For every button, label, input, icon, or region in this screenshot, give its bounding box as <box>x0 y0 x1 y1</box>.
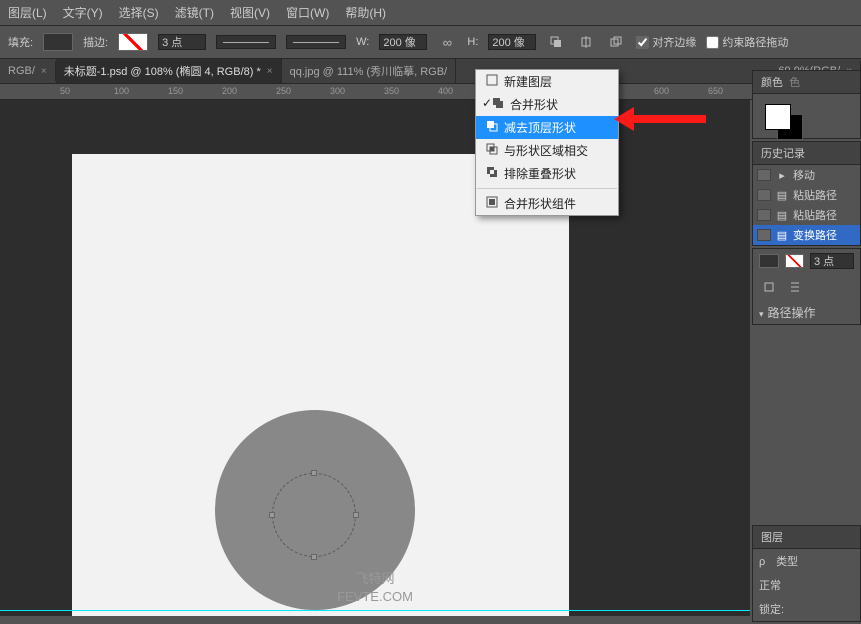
menu-select[interactable]: 选择(S) <box>119 4 159 21</box>
path-distribute-mini-icon[interactable] <box>785 277 805 297</box>
paste-icon: ▤ <box>775 209 789 221</box>
menu-filter[interactable]: 滤镜(T) <box>175 4 214 21</box>
history-item[interactable]: ▸ 移动 <box>753 165 860 185</box>
close-icon[interactable]: × <box>267 66 273 77</box>
history-panel-tab[interactable]: 历史记录 <box>753 142 860 165</box>
width-field[interactable] <box>379 34 427 50</box>
menu-item-intersect[interactable]: 与形状区域相交 <box>476 139 618 162</box>
selection-handle[interactable] <box>311 470 317 476</box>
layer-filter-kind[interactable]: 类型 <box>776 556 798 568</box>
fill-swatch[interactable] <box>43 33 73 51</box>
color-panel-tab[interactable]: 颜色 色 <box>753 71 860 94</box>
h-label: H: <box>467 36 478 48</box>
w-label: W: <box>356 36 369 48</box>
guide-horizontal[interactable] <box>0 610 750 611</box>
history-item[interactable]: ▤ 粘贴路径 <box>753 205 860 225</box>
check-icon: ✓ <box>482 96 492 110</box>
fill-mini-swatch[interactable] <box>759 254 779 268</box>
history-thumb <box>757 189 771 201</box>
path-align-icon[interactable] <box>576 32 596 52</box>
history-item[interactable]: ▤ 粘贴路径 <box>753 185 860 205</box>
ruler-horizontal: 50 100 150 200 250 300 350 400 450 500 5… <box>0 84 861 100</box>
menubar: 图层(L) 文字(Y) 选择(S) 滤镜(T) 视图(V) 窗口(W) 帮助(H… <box>0 0 861 26</box>
transform-icon: ▤ <box>775 229 789 241</box>
paste-icon: ▤ <box>775 189 789 201</box>
intersect-icon <box>486 143 498 155</box>
selection-handle[interactable] <box>353 512 359 518</box>
path-ops-icon[interactable] <box>546 32 566 52</box>
doc-tab[interactable]: 未标题-1.psd @ 108% (椭圆 4, RGB/8) *× <box>56 59 282 83</box>
stroke-pt-field[interactable] <box>810 253 854 269</box>
shape-ellipse-selection[interactable] <box>272 473 356 557</box>
annotation-arrow <box>632 115 706 123</box>
menu-layer[interactable]: 图层(L) <box>8 4 47 21</box>
height-field[interactable] <box>488 34 536 50</box>
blend-mode-dropdown[interactable]: 正常 <box>759 580 781 592</box>
menu-item-new-layer[interactable]: 新建图层 <box>476 70 618 93</box>
menu-item-merge-components[interactable]: 合并形状组件 <box>476 192 618 215</box>
watermark: 飞特网 FEVTE.COM <box>0 570 750 606</box>
menu-help[interactable]: 帮助(H) <box>345 4 386 21</box>
selection-handle[interactable] <box>269 512 275 518</box>
new-layer-icon <box>486 74 498 86</box>
history-thumb <box>757 229 771 241</box>
menu-separator <box>477 188 617 189</box>
fill-label: 填充: <box>8 34 33 50</box>
move-icon: ▸ <box>775 169 789 181</box>
stroke-mini-swatch[interactable] <box>785 254 805 268</box>
history-thumb <box>757 169 771 181</box>
constrain-path-checkbox[interactable]: 约束路径拖动 <box>706 34 788 50</box>
menu-item-combine[interactable]: ✓ 合并形状 <box>476 93 618 116</box>
path-arrange-icon[interactable] <box>606 32 626 52</box>
exclude-icon <box>486 166 498 178</box>
merge-components-icon <box>486 196 498 208</box>
options-bar: 填充: 描边: W: H: 对齐边缘 约束路径拖动 <box>0 26 861 59</box>
combine-icon <box>492 97 504 109</box>
path-align-mini-icon[interactable] <box>759 277 779 297</box>
right-panel-dock: 颜色 色 历史记录 ▸ 移动 ▤ 粘贴路径 ▤ 粘贴 <box>752 70 861 624</box>
menu-view[interactable]: 视图(V) <box>230 4 270 21</box>
history-thumb <box>757 209 771 221</box>
menu-window[interactable]: 窗口(W) <box>286 4 329 21</box>
stroke-style-dropdown[interactable] <box>216 35 276 49</box>
path-ops-section[interactable]: 路径操作 <box>753 301 860 324</box>
doc-tab[interactable]: qq.jpg @ 111% (秀川临摹, RGB/ <box>282 59 456 83</box>
canvas[interactable]: 飞特网 FEVTE.COM <box>0 100 750 616</box>
subtract-icon <box>486 120 498 132</box>
stroke-label: 描边: <box>83 34 108 50</box>
menu-item-subtract[interactable]: 减去顶层形状 <box>476 116 618 139</box>
document-tabs: RGB/× 未标题-1.psd @ 108% (椭圆 4, RGB/8) *× … <box>0 59 861 84</box>
foreground-background-swatch[interactable] <box>765 104 807 138</box>
path-ops-menu: 新建图层 ✓ 合并形状 减去顶层形状 与形状区域相交 排除重叠形状 合并形状组件 <box>475 69 619 216</box>
lock-label: 锁定: <box>759 604 784 616</box>
history-item[interactable]: ▤ 变换路径 <box>753 225 860 245</box>
stroke-width-field[interactable] <box>158 34 206 50</box>
menu-item-exclude[interactable]: 排除重叠形状 <box>476 162 618 185</box>
link-wh-icon[interactable] <box>437 32 457 52</box>
layers-panel-tab[interactable]: 图层 <box>753 526 860 549</box>
stroke-swatch[interactable] <box>118 33 148 51</box>
close-icon[interactable]: × <box>41 66 47 77</box>
stroke-dash-dropdown[interactable] <box>286 35 346 49</box>
foreground-color-swatch[interactable] <box>765 104 791 130</box>
align-edges-checkbox[interactable]: 对齐边缘 <box>636 34 696 50</box>
menu-type[interactable]: 文字(Y) <box>63 4 103 21</box>
selection-handle[interactable] <box>311 554 317 560</box>
doc-tab[interactable]: RGB/× <box>0 61 56 81</box>
